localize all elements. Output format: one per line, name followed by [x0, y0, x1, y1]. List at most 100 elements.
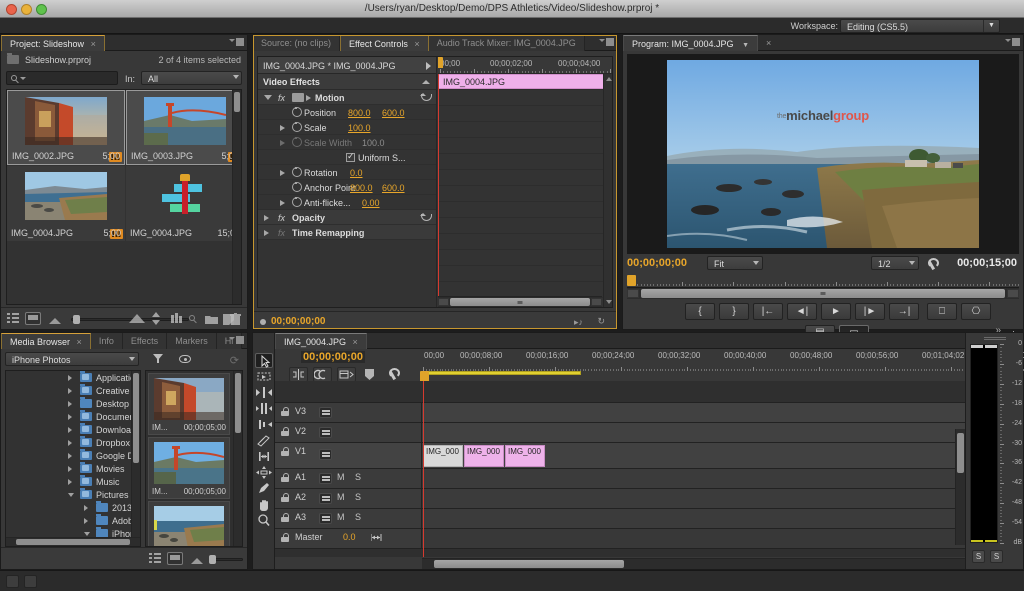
chevron-right-icon[interactable]	[280, 140, 285, 146]
snap-toggle-button[interactable]	[289, 367, 308, 382]
track-header[interactable]: V2	[275, 423, 422, 442]
close-icon[interactable]: ×	[766, 38, 771, 48]
mark-in-button[interactable]: {	[685, 303, 715, 320]
scrollbar-thumb[interactable]	[641, 289, 1005, 298]
mute-button[interactable]: M	[337, 512, 345, 522]
reset-icon[interactable]	[420, 213, 432, 222]
track-header[interactable]: A3 M S	[275, 509, 422, 528]
solo-button[interactable]: S	[355, 472, 361, 482]
track-content[interactable]	[422, 489, 965, 508]
track-v3[interactable]: V3	[275, 403, 965, 423]
param-row-scale-width[interactable]: Scale Width 100.0	[258, 135, 436, 150]
program-monitor-ruler[interactable]	[627, 275, 1020, 288]
tab-markers[interactable]: Markers	[167, 333, 217, 349]
effect-controls-clip-header[interactable]: IMG_0004.JPG * IMG_0004.JPG	[258, 57, 437, 74]
playhead-handle[interactable]	[420, 371, 429, 381]
tab-program[interactable]: Program: IMG_0004.JPG ▼	[623, 35, 758, 51]
hand-tool[interactable]	[255, 497, 273, 512]
playhead-handle[interactable]	[627, 275, 636, 286]
scrollbar-thumb[interactable]	[235, 373, 241, 433]
close-icon[interactable]: ×	[353, 337, 358, 347]
pan-icon[interactable]	[370, 533, 382, 545]
settings-wrench-icon[interactable]	[387, 368, 400, 380]
scrollbar-thumb[interactable]	[16, 539, 130, 545]
list-view-icon[interactable]	[7, 313, 19, 324]
timeline-vscrollbar[interactable]	[955, 429, 965, 545]
track-content[interactable]	[422, 469, 965, 488]
lock-icon[interactable]	[281, 513, 289, 522]
track-header[interactable]: V3	[275, 403, 422, 422]
tab-media-browser[interactable]: Media Browser ×	[1, 333, 91, 349]
panel-menu-icon[interactable]	[229, 336, 244, 346]
playhead-handle[interactable]	[438, 57, 443, 68]
close-icon[interactable]: ×	[77, 337, 82, 347]
scroll-cap-right[interactable]	[1007, 289, 1019, 298]
track-header[interactable]: V1	[275, 443, 422, 468]
param-value[interactable]: 0.0	[350, 168, 363, 178]
scrollbar-thumb[interactable]	[133, 373, 139, 463]
step-back-button[interactable]: ◄|	[787, 303, 817, 320]
search-input[interactable]	[6, 71, 118, 85]
new-bin-icon[interactable]	[205, 314, 218, 324]
program-monitor-stage[interactable]: themichaelgroup	[627, 54, 1019, 254]
chevron-right-icon[interactable]	[68, 440, 72, 446]
thumb-size-slider-knob[interactable]	[73, 315, 80, 324]
panel-menu-icon[interactable]	[1005, 38, 1020, 48]
zoom-out-icon[interactable]	[49, 316, 61, 324]
tree-hscrollbar[interactable]	[6, 537, 140, 546]
track-header[interactable]: A2 M S	[275, 489, 422, 508]
track-a2[interactable]: A2 M S	[275, 489, 965, 509]
work-area-bar[interactable]	[423, 371, 581, 375]
solo-button[interactable]: S	[355, 512, 361, 522]
track-a3[interactable]: A3 M S	[275, 509, 965, 529]
chevron-right-icon[interactable]	[84, 518, 88, 524]
track-header[interactable]: A1 M S	[275, 469, 422, 488]
track-content[interactable]	[422, 509, 965, 528]
param-value-y[interactable]: 600.0	[382, 108, 405, 118]
track-content[interactable]: IMG_000 IMG_000 IMG_000	[422, 443, 965, 468]
media-browser-tree[interactable]: Applications Creative Clo Desktop Docume…	[5, 370, 141, 547]
timeline-hscrollbar[interactable]	[422, 558, 965, 569]
effect-controls-ruler[interactable]: 00;00 00;00;02;00 00;00;04;00	[438, 57, 612, 74]
mute-button[interactable]: M	[337, 472, 345, 482]
uniform-scale-checkbox[interactable]	[346, 151, 355, 162]
lock-icon[interactable]	[281, 493, 289, 502]
tab-audio-track-mixer[interactable]: Audio Track Mixer: IMG_0004.JPG	[428, 35, 585, 51]
filter-icon[interactable]	[153, 354, 164, 364]
play-keyframes-icon[interactable]: ▸♪	[574, 317, 583, 328]
scroll-cap-left[interactable]	[627, 289, 639, 298]
chevron-right-icon[interactable]	[68, 453, 72, 459]
tree-vscrollbar[interactable]	[131, 371, 140, 537]
chevron-right-icon[interactable]	[68, 401, 72, 407]
master-level-value[interactable]: 0.0	[343, 532, 356, 542]
twirl-down-icon[interactable]	[84, 532, 90, 536]
tree-item[interactable]: Applications	[6, 371, 131, 384]
panel-menu-icon[interactable]	[229, 38, 244, 48]
delete-icon[interactable]	[230, 313, 241, 325]
chevron-right-icon[interactable]	[306, 95, 311, 101]
panel-menu-icon[interactable]	[599, 38, 614, 48]
param-row-uniform-scale[interactable]: Uniform S...	[258, 150, 436, 165]
mute-button[interactable]: M	[337, 492, 345, 502]
stopwatch-icon[interactable]	[292, 122, 302, 132]
stopwatch-icon[interactable]	[292, 197, 302, 207]
marker-icon[interactable]	[365, 369, 374, 380]
timeline-clip[interactable]: IMG_000	[505, 445, 545, 467]
lock-icon[interactable]	[281, 407, 289, 416]
media-source-select[interactable]: iPhone Photos	[5, 352, 139, 366]
toggle-output-icon[interactable]	[319, 513, 332, 524]
media-thumb-item[interactable]: IM... 00;00;05;00	[148, 437, 230, 499]
chevron-right-icon[interactable]	[84, 505, 88, 511]
media-browser-thumbnails[interactable]: IM... 00;00;05;00 IM... 00;00;05;00	[145, 370, 243, 547]
scroll-cap-left[interactable]	[438, 298, 449, 306]
chevron-right-icon[interactable]	[280, 170, 285, 176]
linked-selection-toggle[interactable]	[313, 367, 332, 382]
lock-icon[interactable]	[281, 533, 289, 542]
program-monitor-zoom-scrollbar[interactable]	[627, 288, 1019, 299]
track-master[interactable]: Master 0.0	[275, 529, 965, 549]
toggle-output-icon[interactable]	[319, 407, 332, 418]
toggle-output-icon[interactable]	[319, 427, 332, 438]
lift-button[interactable]: ⎕	[927, 303, 957, 320]
timeline-clip[interactable]: IMG_000	[464, 445, 504, 467]
playback-resolution-select[interactable]: 1/2	[871, 256, 919, 270]
